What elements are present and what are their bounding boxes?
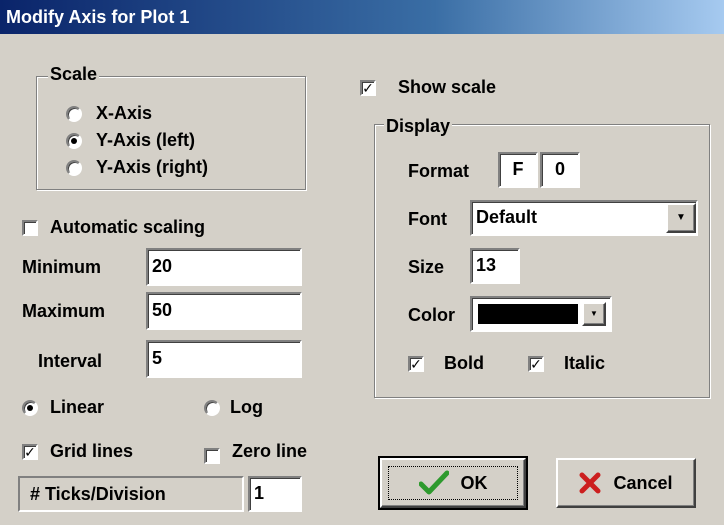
interval-input[interactable]: 5 xyxy=(146,340,302,378)
cancel-button[interactable]: Cancel xyxy=(556,458,696,508)
ticks-label-box: # Ticks/Division xyxy=(18,476,244,512)
radio-log-label[interactable]: Log xyxy=(230,396,263,418)
display-legend: Display xyxy=(384,116,453,136)
format-label: Format xyxy=(408,161,470,181)
cancel-button-label: Cancel xyxy=(613,472,673,493)
radio-y-axis-left[interactable] xyxy=(66,133,82,149)
format-type-input[interactable]: F xyxy=(498,152,538,188)
italic-checkbox[interactable]: ✓ xyxy=(528,356,544,372)
size-input[interactable]: 13 xyxy=(470,248,520,284)
grid-lines-checkbox[interactable]: ✓ xyxy=(22,444,38,460)
bold-label[interactable]: Bold xyxy=(444,352,484,374)
bold-checkbox[interactable]: ✓ xyxy=(408,356,424,372)
radio-log[interactable] xyxy=(204,400,220,416)
ticks-input[interactable]: 1 xyxy=(248,476,302,512)
scale-legend: Scale xyxy=(48,64,100,84)
color-label: Color xyxy=(408,305,455,325)
format-digits-input[interactable]: 0 xyxy=(540,152,580,188)
automatic-scaling-label[interactable]: Automatic scaling xyxy=(50,216,205,238)
radio-selected-dot xyxy=(71,138,77,144)
zero-line-checkbox[interactable] xyxy=(204,448,220,464)
font-label: Font xyxy=(408,209,447,229)
ok-button[interactable]: OK xyxy=(378,456,528,510)
grid-lines-label[interactable]: Grid lines xyxy=(50,440,133,462)
window-title: Modify Axis for Plot 1 xyxy=(6,7,190,27)
radio-linear-label[interactable]: Linear xyxy=(50,396,104,418)
show-scale-label[interactable]: Show scale xyxy=(398,76,496,98)
font-select-value: Default xyxy=(476,207,538,227)
radio-linear[interactable] xyxy=(22,400,38,416)
color-swatch xyxy=(478,304,578,324)
minimum-label: Minimum xyxy=(22,257,101,277)
triangle-down-icon: ▼ xyxy=(676,212,686,223)
maximum-input[interactable]: 50 xyxy=(146,292,302,330)
automatic-scaling-checkbox[interactable] xyxy=(22,220,38,236)
title-bar[interactable]: Modify Axis for Plot 1 xyxy=(0,0,724,34)
maximum-label: Maximum xyxy=(22,301,106,321)
radio-x-axis[interactable] xyxy=(66,106,82,122)
show-scale-checkbox[interactable]: ✓ xyxy=(360,80,376,96)
radio-y-axis-right-label[interactable]: Y-Axis (right) xyxy=(96,156,208,178)
radio-y-axis-right[interactable] xyxy=(66,160,82,176)
x-icon xyxy=(579,472,601,494)
zero-line-label[interactable]: Zero line xyxy=(232,440,307,462)
font-select[interactable]: Default xyxy=(470,200,698,236)
italic-label[interactable]: Italic xyxy=(564,352,605,374)
radio-selected-dot xyxy=(27,405,33,411)
interval-label: Interval xyxy=(38,351,103,371)
focus-rect xyxy=(388,466,518,500)
radio-x-axis-label[interactable]: X-Axis xyxy=(96,102,152,124)
ticks-label: # Ticks/Division xyxy=(30,484,166,504)
color-dropdown-button[interactable]: ▼ xyxy=(582,302,606,326)
radio-y-axis-left-label[interactable]: Y-Axis (left) xyxy=(96,129,195,151)
minimum-input[interactable]: 20 xyxy=(146,248,302,286)
triangle-down-icon: ▼ xyxy=(590,309,598,318)
size-label: Size xyxy=(408,257,445,277)
font-dropdown-button[interactable]: ▼ xyxy=(666,203,696,233)
